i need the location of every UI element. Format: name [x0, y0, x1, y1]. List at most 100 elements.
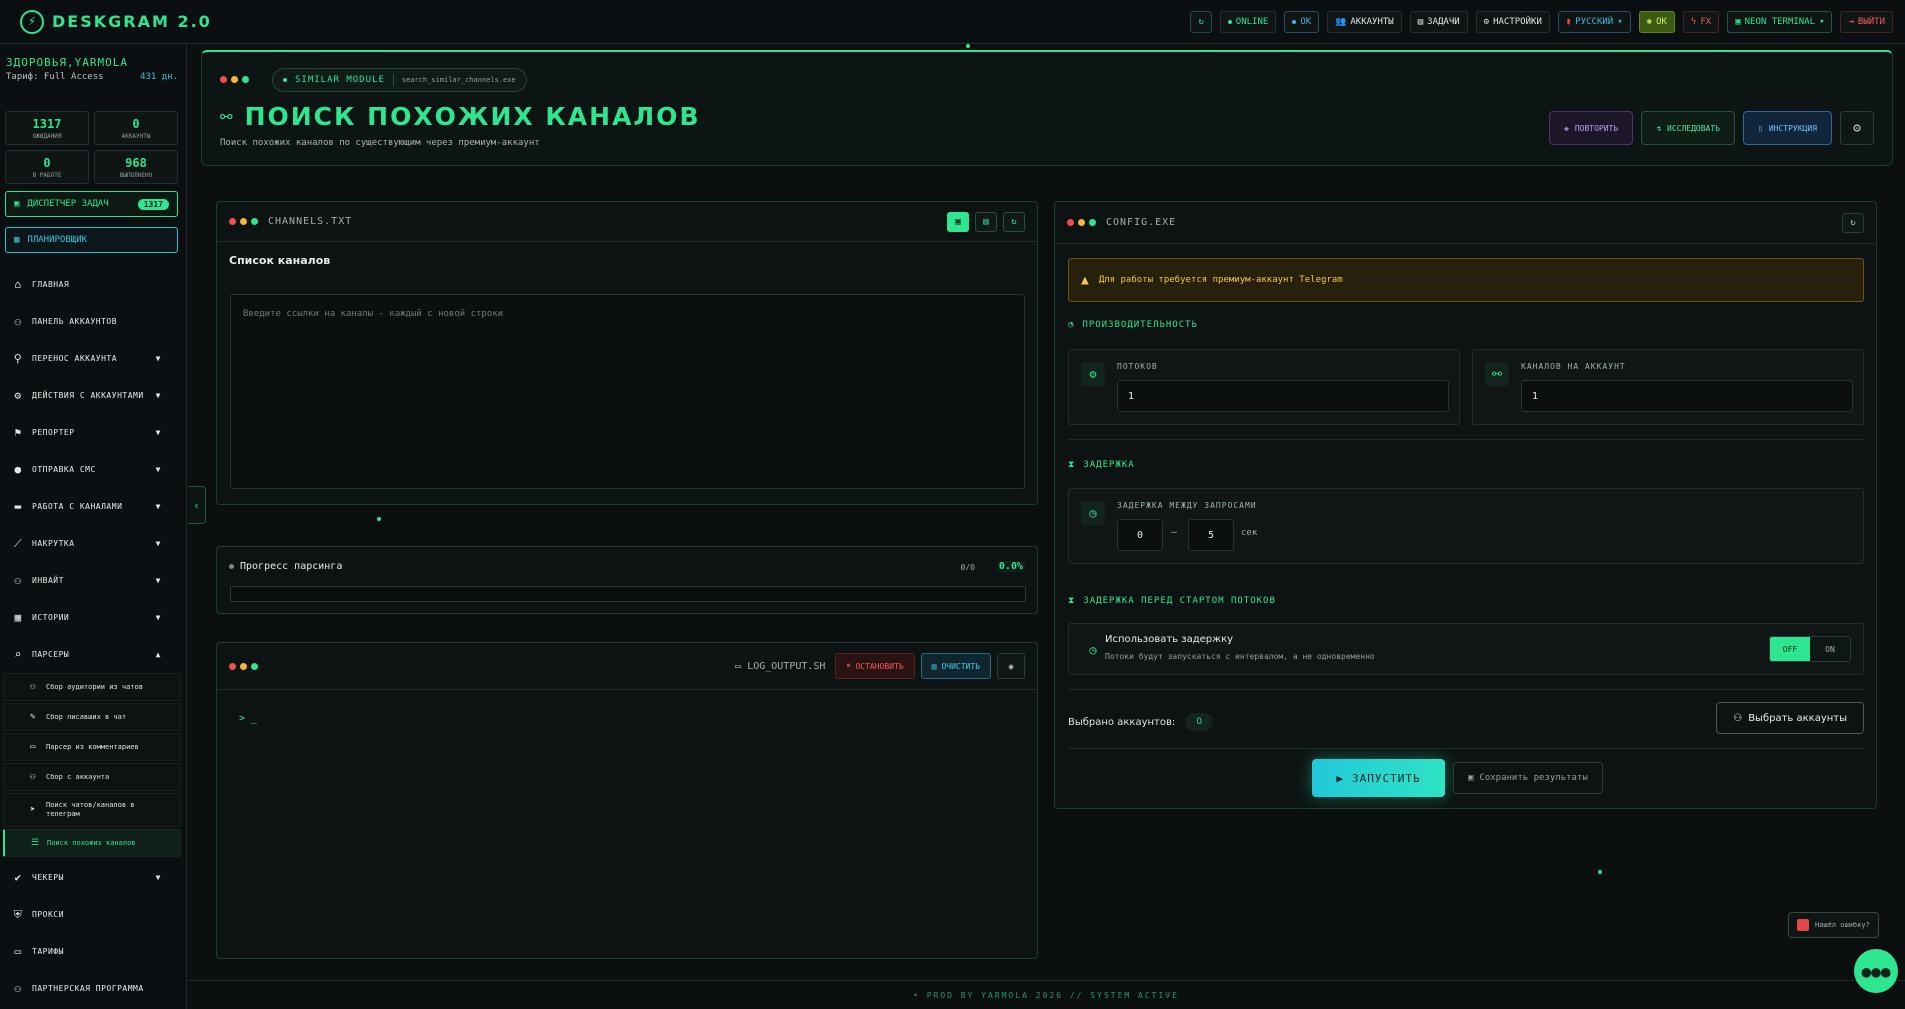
sidebar-item-label: ТАРИФЫ: [32, 947, 64, 956]
channels-input[interactable]: [230, 294, 1025, 489]
users-icon: ⚇: [1733, 712, 1743, 724]
sidebar-collapse-button[interactable]: ‹: [188, 486, 206, 524]
fx-button[interactable]: ϟ FX: [1682, 10, 1720, 33]
module-settings-button[interactable]: ⚙: [1840, 111, 1874, 145]
stop-button[interactable]: ⏸ ОСТАНОВИТЬ: [835, 653, 915, 679]
sidebar-item-home[interactable]: ⌂ ГЛАВНАЯ: [0, 266, 187, 303]
sidebar-subitem-label: Парсер из комментариев: [46, 743, 139, 751]
dispatcher-count-badge: 1317: [137, 198, 169, 210]
sidebar-item-accounts-panel[interactable]: ⚇ ПАНЕЛЬ АККАУНТОВ: [0, 303, 187, 340]
repeat-button[interactable]: ◈ ПОВТОРИТЬ: [1549, 111, 1634, 145]
decor-dot: [377, 517, 381, 521]
save-results-button[interactable]: ▣ Сохранить результаты: [1453, 762, 1603, 794]
top-bar: ⚡ DESKGRAM 2.0 ↻ ONLINE OK 👥 АККАУНТЫ ▤ ЗА…: [0, 0, 1905, 44]
refresh-icon: ↻: [1850, 217, 1856, 228]
save-results-label: Сохранить результаты: [1479, 773, 1588, 783]
chevron-down-icon: ▾: [1819, 16, 1825, 27]
sidebar-item-boost[interactable]: ⟋ НАКРУТКА ▼: [0, 525, 187, 562]
light-yellow-icon: [1078, 219, 1085, 226]
gear-icon: ⚙: [1483, 16, 1490, 27]
clear-button[interactable]: ▥ ОЧИСТИТЬ: [920, 653, 991, 679]
record-icon: [1797, 919, 1809, 931]
start-button[interactable]: ▶ ЗАПУСТИТЬ: [1312, 759, 1445, 797]
module-header: SIMILAR MODULE search_similar_channels.e…: [201, 50, 1893, 166]
theme-select[interactable]: ▣ NEON TERMINAL ▾: [1727, 10, 1833, 33]
flag-icon: ▮: [1565, 16, 1572, 27]
sidebar-item-partner[interactable]: ⚇ ПАРТНЕРСКАЯ ПРОГРАММА: [0, 970, 187, 1007]
sidebar-subitem-account-collect[interactable]: ⚇ Сбор с аккаунта: [3, 763, 181, 791]
refresh-button[interactable]: ↻: [1190, 10, 1212, 33]
database-icon: ☰: [31, 838, 40, 848]
config-refresh-button[interactable]: ↻: [1842, 212, 1864, 233]
sidebar-item-account-transfer[interactable]: ⚲ ПЕРЕНОС АККАУНТА ▼: [0, 340, 187, 377]
channels-panel: CHANNELS.TXT ▣ ▤ ↻ Список каналов: [216, 201, 1038, 505]
sidebar-item-sms[interactable]: ● ОТПРАВКА СМС ▼: [0, 451, 187, 488]
sidebar-item-tariffs[interactable]: ▭ ТАРИФЫ: [0, 933, 187, 970]
sidebar-item-proxy[interactable]: ⛨ ПРОКСИ: [0, 896, 187, 933]
manual-button[interactable]: ▯ ИНСТРУКЦИЯ: [1743, 111, 1832, 145]
sidebar-item-account-actions[interactable]: ⚙ ДЕЙСТВИЯ С АККАУНТАМИ ▼: [0, 377, 187, 414]
toggle-visibility-button[interactable]: ◉: [997, 653, 1025, 679]
sidebar-item-stories[interactable]: ▦ ИСТОРИИ ▼: [0, 599, 187, 636]
reload-button[interactable]: ↻: [1003, 211, 1025, 232]
module-file: search_similar_channels.exe: [401, 76, 516, 84]
delay-min-input[interactable]: [1117, 519, 1163, 551]
accounts-button[interactable]: 👥 АККАУНТЫ: [1327, 10, 1402, 33]
sidebar-item-channels[interactable]: ▬ РАБОТА С КАНАЛАМИ ▼: [0, 488, 187, 525]
logout-label: ВЫЙТИ: [1857, 16, 1885, 27]
sidebar-subitem-similar-channels[interactable]: ☰ Поиск похожих каналов: [3, 829, 181, 857]
sidebar-item-checkers[interactable]: ✔ ЧЕКЕРЫ ▼: [0, 859, 187, 896]
stat-done: 968 ВЫПОЛНЕНО: [94, 150, 178, 184]
sidebar-item-label: ЧЕКЕРЫ: [32, 873, 64, 882]
tariff-info: Тариф: Full Access 431 дн.: [6, 72, 178, 82]
task-dispatcher-button[interactable]: ▣ ДИСПЕТЧЕР ЗАДАЧ 1317: [5, 191, 178, 217]
stat-label: ОЖИДАНИЯ: [32, 132, 62, 140]
toggle-off-option[interactable]: OFF: [1770, 637, 1810, 661]
chevron-down-icon: ▼: [155, 354, 161, 363]
decor-dot: [966, 44, 970, 48]
status-dot-icon: [1227, 19, 1232, 24]
choose-accounts-button[interactable]: ⚇ Выбрать аккаунты: [1716, 702, 1864, 734]
tasks-button[interactable]: ▤ ЗАДАЧИ: [1409, 10, 1468, 33]
sidebar-subitem-search-chats[interactable]: ➤ Поиск чатов/каналов в телеграм: [3, 793, 181, 827]
toggle-on-option[interactable]: ON: [1810, 637, 1850, 661]
settings-label: НАСТРОЙКИ: [1493, 16, 1542, 27]
users-icon: ⚇: [14, 315, 22, 328]
report-bug-button[interactable]: Нашёл ошибку?: [1788, 912, 1879, 938]
progress-label: Прогресс парсинга: [229, 561, 342, 572]
load-file-button[interactable]: ▤: [975, 211, 997, 232]
threads-input[interactable]: [1117, 380, 1449, 412]
chat-button[interactable]: ●●●: [1854, 949, 1898, 993]
ok-label: OK: [1300, 16, 1312, 27]
scheduler-button[interactable]: ▦ ПЛАНИРОВЩИК: [5, 227, 178, 253]
sidebar: ЗДОРОВЬЯ,YARMOLA Тариф: Full Access 431 …: [0, 44, 187, 1009]
explore-label: ИССЛЕДОВАТЬ: [1667, 123, 1720, 133]
language-label: РУССКИЙ: [1575, 16, 1614, 27]
language-select[interactable]: ▮ РУССКИЙ ▾: [1557, 10, 1631, 33]
light-red-icon: [229, 218, 236, 225]
import-button[interactable]: ▣: [947, 211, 969, 232]
ok-badge-button[interactable]: ✱ OK: [1638, 10, 1675, 33]
performance-section-title: ◔ ПРОИЗВОДИТЕЛЬНОСТЬ: [1068, 320, 1198, 330]
search-icon: ⌕: [14, 648, 22, 661]
sidebar-item-parsers[interactable]: ⌕ ПАРСЕРЫ ▲: [0, 636, 187, 673]
sidebar-subitem-chat-audience[interactable]: ⚇ Сбор аудитории из чатов: [3, 673, 181, 701]
sidebar-item-reporter[interactable]: ⚑ РЕПОРТЕР ▼: [0, 414, 187, 451]
sidebar-subitem-comments-parser[interactable]: ▭ Парсер из комментариев: [3, 733, 181, 761]
logout-button[interactable]: ⇥ ВЫЙТИ: [1840, 10, 1893, 33]
explore-button[interactable]: ⚗ ИССЛЕДОВАТЬ: [1641, 111, 1735, 145]
sidebar-subitem-chat-writers[interactable]: ✎ Сбор писавших в чат: [3, 703, 181, 731]
log-tools: ▭ LOG_OUTPUT.SH ⏸ ОСТАНОВИТЬ ▥ ОЧИСТИТЬ ◉: [735, 653, 1025, 679]
settings-button[interactable]: ⚙ НАСТРОЙКИ: [1475, 10, 1550, 33]
save-icon: ▣: [1468, 773, 1474, 783]
sidebar-item-invite[interactable]: ⚇ ИНВАЙТ ▼: [0, 562, 187, 599]
log-file: ▭ LOG_OUTPUT.SH: [735, 661, 825, 672]
divider: [1068, 748, 1864, 749]
app-title: DESKGRAM 2.0: [52, 12, 212, 31]
channels-per-account-input[interactable]: [1521, 380, 1853, 412]
use-delay-toggle[interactable]: OFF ON: [1769, 636, 1851, 662]
decor-dot: [1598, 870, 1602, 874]
delay-max-input[interactable]: [1188, 519, 1234, 551]
app-logo[interactable]: ⚡ DESKGRAM 2.0: [20, 9, 212, 34]
shield-icon: ⛨: [13, 907, 23, 921]
